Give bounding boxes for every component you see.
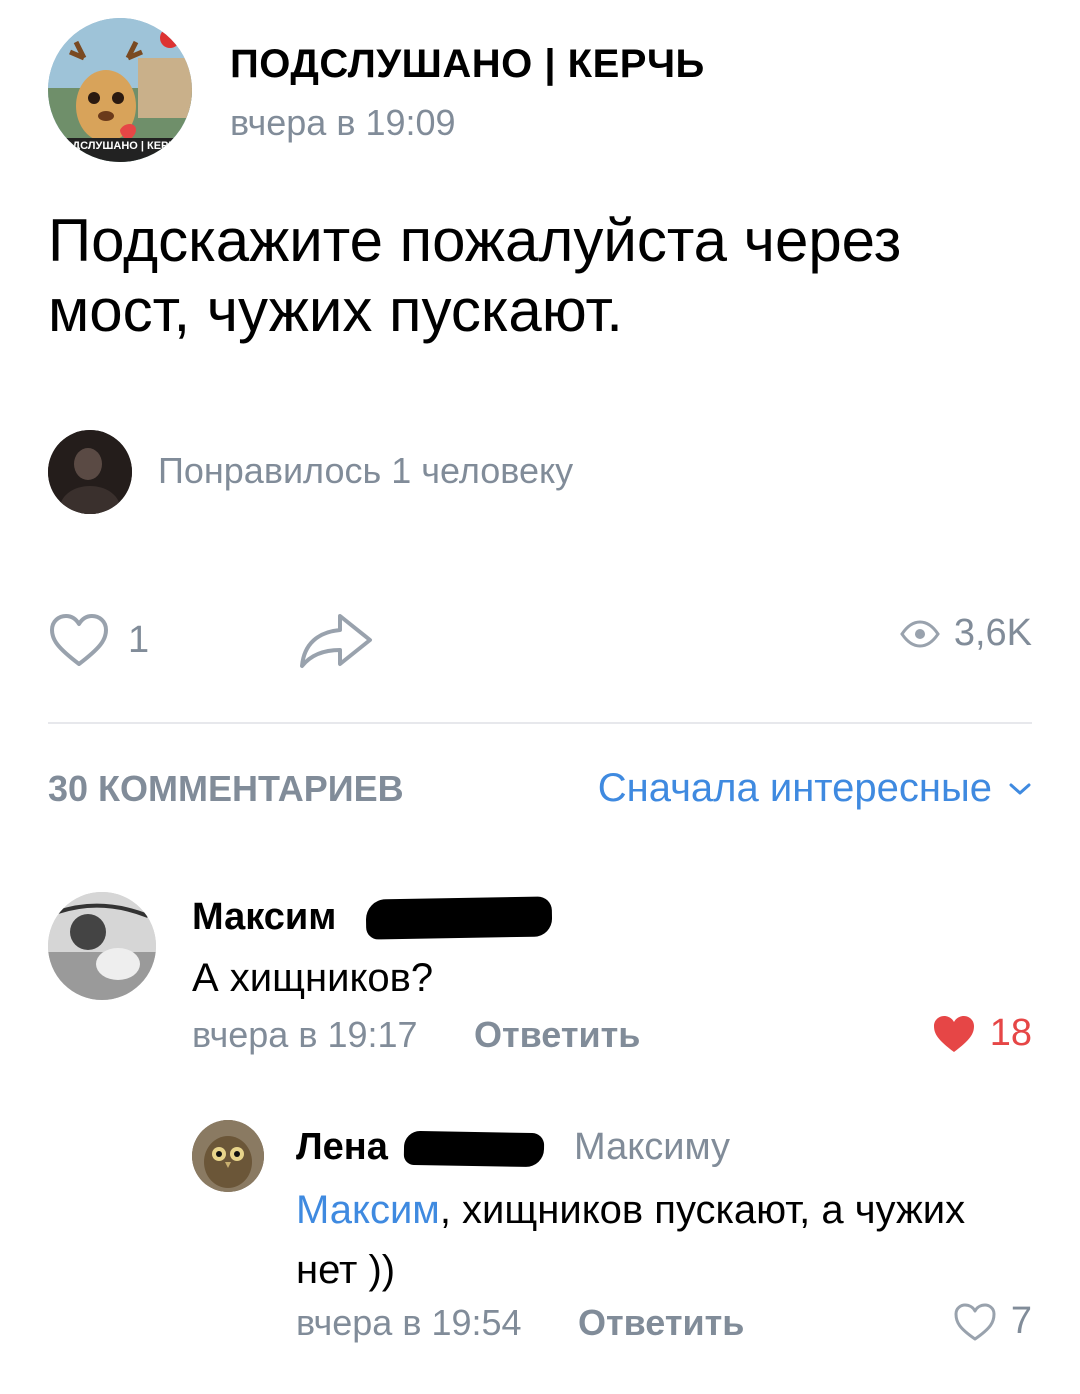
divider (48, 722, 1032, 724)
liked-by-text[interactable]: Понравилось 1 человеку (158, 450, 573, 492)
group-name[interactable]: ПОДСЛУШАНО | КЕРЧЬ (230, 42, 705, 87)
views-count: 3,6K (953, 612, 1032, 654)
person-photo-icon (48, 430, 132, 514)
reply-like-count: 7 (1010, 1300, 1032, 1342)
eye-icon (900, 619, 940, 648)
comment-timestamp: вчера в 19:17 (192, 1014, 418, 1055)
group-avatar[interactable]: ПОДСЛУШАНО | КЕРЧЬ (48, 18, 192, 162)
avatar-caption: ПОДСЛУШАНО | КЕРЧЬ (55, 140, 185, 152)
like-button[interactable]: 1 (48, 610, 149, 670)
owl-photo-icon (192, 1120, 264, 1192)
reply-avatar[interactable] (192, 1120, 264, 1192)
person-photo-icon (48, 892, 156, 1000)
reply-text: Максим, хищников пускают, а чужих нет )) (296, 1180, 1036, 1300)
reply-to-label[interactable]: Максиму (574, 1126, 730, 1169)
liker-avatar[interactable] (48, 430, 132, 514)
like-count: 1 (128, 618, 150, 661)
comment-like-count: 18 (989, 1012, 1032, 1054)
chevron-down-icon (1009, 783, 1031, 794)
sort-dropdown[interactable]: Сначала интересные (598, 766, 1032, 811)
reply-button[interactable]: Ответить (474, 1014, 640, 1056)
heart-filled-icon (933, 1015, 974, 1052)
reply-like-button[interactable]: 7 (953, 1300, 1032, 1343)
heart-outline-icon (954, 1303, 996, 1340)
redaction-mark (365, 896, 553, 940)
share-arrow-icon (300, 614, 372, 668)
reply-button[interactable]: Ответить (578, 1302, 744, 1344)
sort-label: Сначала интересные (597, 766, 992, 810)
comment-author[interactable]: Максим (192, 896, 336, 939)
comments-count: 30 КОММЕНТАРИЕВ (48, 768, 404, 809)
comment-avatar[interactable] (48, 892, 156, 1000)
heart-outline-icon (50, 614, 108, 666)
post-text: Подскажите пожалуйста через мост, чужих … (48, 207, 902, 344)
redaction-mark (403, 1130, 545, 1168)
post-timestamp: вчера в 19:09 (230, 102, 456, 143)
reply-author[interactable]: Лена (296, 1126, 388, 1169)
reply-timestamp: вчера в 19:54 (296, 1302, 522, 1343)
views-counter: 3,6K (900, 612, 1032, 655)
mention-link[interactable]: Максим (296, 1188, 440, 1232)
share-button[interactable] (296, 610, 374, 670)
comment-text: А хищников? (192, 956, 434, 1000)
comment-like-button[interactable]: 18 (932, 1012, 1032, 1055)
